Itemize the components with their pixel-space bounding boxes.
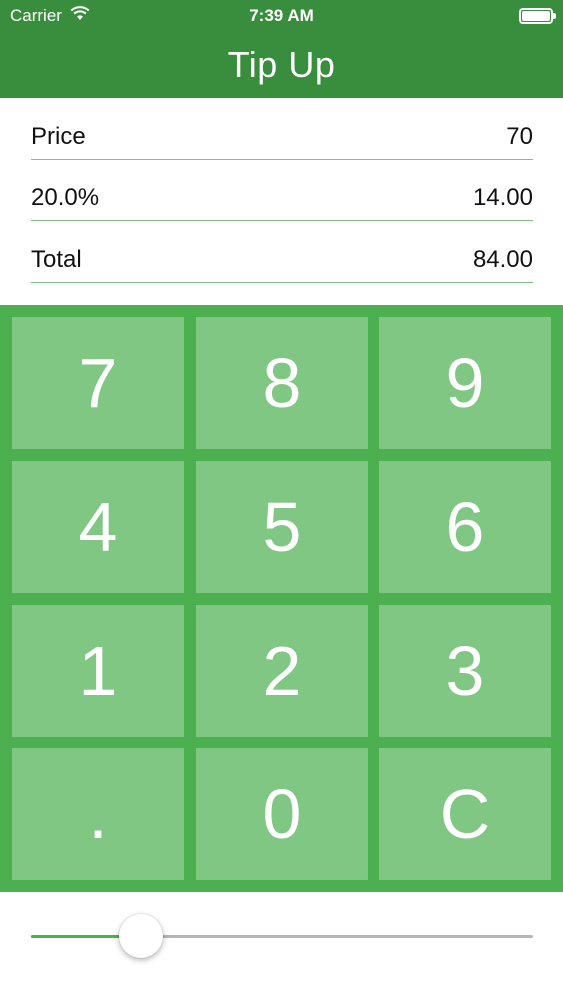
tip-row: 20.0% 14.00	[31, 160, 533, 221]
navigation-bar: Carrier 7:39 AM Tip Up	[0, 0, 563, 98]
tip-slider-thumb[interactable]	[119, 914, 164, 958]
total-label: Total	[31, 245, 82, 273]
key-7[interactable]: 7	[12, 317, 184, 449]
key-0[interactable]: 0	[196, 748, 368, 880]
page-title: Tip Up	[227, 44, 336, 85]
key-9[interactable]: 9	[379, 317, 551, 449]
key-5[interactable]: 5	[196, 461, 368, 593]
status-time: 7:39 AM	[249, 6, 314, 25]
tip-slider-track[interactable]	[31, 935, 533, 938]
key-4[interactable]: 4	[12, 461, 184, 593]
status-bar: Carrier 7:39 AM	[0, 0, 563, 32]
battery-icon	[519, 8, 556, 24]
key-2[interactable]: 2	[196, 605, 368, 737]
tip-slider-area	[0, 892, 563, 1000]
price-label: Price	[31, 122, 86, 150]
tip-percent-label: 20.0%	[31, 184, 100, 211]
key-clear[interactable]: C	[379, 748, 551, 880]
total-value: 84.00	[472, 245, 533, 273]
key-decimal[interactable]: .	[12, 748, 184, 880]
numeric-keypad: 7 8 9 4 5 6 1 2 3 . 0 C	[0, 305, 563, 892]
price-value: 70	[506, 122, 533, 150]
key-3[interactable]: 3	[379, 605, 551, 737]
key-6[interactable]: 6	[379, 461, 551, 593]
result-rows: Price 70 20.0% 14.00 Total 84.00	[31, 98, 533, 283]
key-8[interactable]: 8	[196, 317, 368, 449]
tip-amount-value: 14.00	[472, 184, 533, 211]
key-1[interactable]: 1	[12, 605, 184, 737]
tip-up-screen: Carrier 7:39 AM Tip Up Price 70 20.0% 14…	[0, 0, 563, 1000]
total-row: Total 84.00	[31, 221, 533, 283]
price-row[interactable]: Price 70	[31, 98, 533, 160]
